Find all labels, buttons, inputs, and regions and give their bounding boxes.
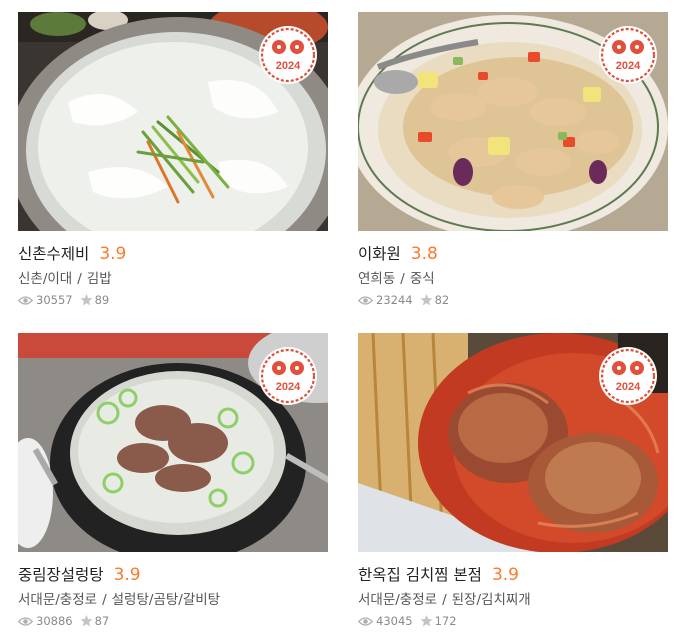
eye-icon	[18, 295, 33, 305]
restaurant-card[interactable]: 2024 이화원 3.8 연희동 / 중식 23244 82	[358, 12, 668, 307]
view-count: 23244	[376, 293, 413, 307]
eye-icon	[358, 616, 373, 626]
restaurant-photo[interactable]: 2024	[358, 12, 668, 231]
restaurant-photo[interactable]: 2024	[358, 333, 668, 552]
star-icon	[420, 294, 433, 306]
separator: /	[102, 592, 107, 608]
star-icon	[420, 615, 433, 627]
two-star-2024-badge-icon: 2024	[599, 26, 657, 84]
restaurant-stats: 23244 82	[358, 293, 668, 307]
restaurant-category: 설렁탕/곰탕/갈비탕	[111, 592, 221, 608]
view-count: 30557	[36, 293, 73, 307]
restaurant-rating: 3.9	[99, 244, 127, 264]
restaurant-info: 서대문/충정로 / 된장/김치찌개	[358, 588, 668, 608]
restaurant-area: 신촌/이대	[18, 271, 73, 287]
restaurant-rating: 3.8	[410, 244, 438, 264]
restaurant-category: 된장/김치찌개	[451, 592, 531, 608]
star-icon	[80, 615, 93, 627]
restaurant-stats: 30886 87	[18, 614, 328, 628]
restaurant-name[interactable]: 중림장설렁탕	[18, 563, 104, 585]
badge-year: 2024	[616, 381, 641, 393]
restaurant-stats: 30557 89	[18, 293, 328, 307]
badge-year: 2024	[276, 60, 301, 72]
restaurant-card[interactable]: 2024 신촌수제비 3.9 신촌/이대 / 김밥 30557 89	[18, 12, 328, 307]
restaurant-stats: 43045 172	[358, 614, 668, 628]
two-star-2024-badge-icon: 2024	[599, 347, 657, 405]
restaurant-rating: 3.9	[491, 565, 519, 585]
badge-year: 2024	[616, 60, 641, 72]
restaurant-name[interactable]: 이화원	[358, 242, 401, 264]
eye-icon	[358, 295, 373, 305]
restaurant-info: 연희동 / 중식	[358, 267, 668, 287]
restaurant-rating: 3.9	[113, 565, 141, 585]
restaurant-card[interactable]: 2024 한옥집 김치찜 본점 3.9 서대문/충정로 / 된장/김치찌개 4304…	[358, 333, 668, 628]
restaurant-category: 김밥	[86, 271, 112, 287]
favorite-count: 89	[94, 293, 110, 307]
restaurant-area: 서대문/충정로	[358, 592, 438, 608]
separator: /	[400, 271, 405, 287]
two-star-2024-badge-icon: 2024	[259, 26, 317, 84]
restaurant-photo[interactable]: 2024	[18, 12, 328, 231]
view-count: 30886	[36, 614, 73, 628]
restaurant-name[interactable]: 한옥집 김치찜 본점	[358, 563, 482, 585]
favorite-count: 172	[434, 614, 457, 628]
restaurant-info: 신촌/이대 / 김밥	[18, 267, 328, 287]
restaurant-category: 중식	[409, 271, 435, 287]
restaurant-name[interactable]: 신촌수제비	[18, 242, 89, 264]
view-count: 43045	[376, 614, 413, 628]
restaurant-card[interactable]: 2024 중림장설렁탕 3.9 서대문/충정로 / 설렁탕/곰탕/갈비탕 30886…	[18, 333, 328, 628]
restaurant-photo[interactable]: 2024	[18, 333, 328, 552]
restaurant-area: 서대문/충정로	[18, 592, 98, 608]
favorite-count: 82	[434, 293, 450, 307]
favorite-count: 87	[94, 614, 110, 628]
two-star-2024-badge-icon: 2024	[259, 347, 317, 405]
badge-year: 2024	[276, 381, 301, 393]
separator: /	[77, 271, 82, 287]
eye-icon	[18, 616, 33, 626]
star-icon	[80, 294, 93, 306]
restaurant-info: 서대문/충정로 / 설렁탕/곰탕/갈비탕	[18, 588, 328, 608]
separator: /	[442, 592, 447, 608]
restaurant-area: 연희동	[358, 271, 396, 287]
